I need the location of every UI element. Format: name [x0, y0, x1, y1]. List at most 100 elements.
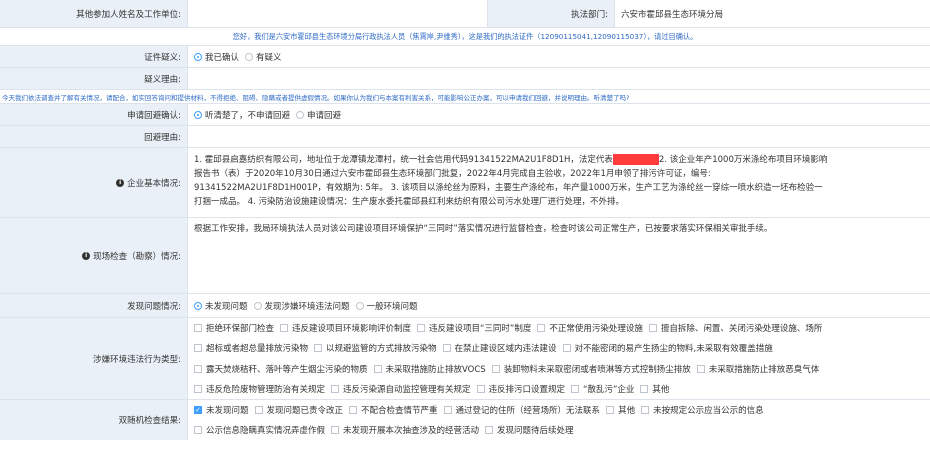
- checkbox-line: 露天焚烧秸秆、落叶等产生烟尘污染的物质 未采取措施防止排放VOCS 装卸物料未采取密…: [194, 360, 825, 378]
- id-notice: 您好，我们是六安市霍邱县生态环境分局行政执法人员（焦霄岸,尹维秀），这是我们的执…: [0, 28, 930, 46]
- no-problem-radio[interactable]: 未发现问题: [194, 300, 248, 312]
- general-problem-radio[interactable]: 一般环境问题: [355, 300, 418, 312]
- checkbox-option[interactable]: 未按规定公示应当公示的信息: [641, 404, 764, 416]
- info-icon: i: [116, 178, 125, 187]
- checkbox-line: 超标或者超总量排放污染物 以规避监管的方式排放污染物 在禁止建设区域内违法建设 对不能…: [194, 339, 779, 357]
- no-avoid-radio[interactable]: 听清楚了，不申请回避: [194, 109, 290, 121]
- participants-row: 其他参加人姓名及工作单位: 执法部门: 六安市霍邱县生态环境分局: [0, 0, 930, 28]
- double-checkboxes: ✓ 未发现问题 发现问题已责令改正 不配合检查情节严重 通过登记的住所（经营场所）无法联…: [188, 400, 930, 440]
- info-icon: i: [82, 251, 91, 260]
- checkbox-option[interactable]: 擅自拆除、闲置、关闭污染处理设施、场所: [648, 322, 822, 334]
- checkbox-icon: [331, 384, 340, 393]
- violation-label: 涉嫌环境违法行为类型:: [0, 318, 188, 399]
- checkbox-option[interactable]: 露天焚烧秸秆、落叶等产生烟尘污染的物质: [194, 363, 368, 375]
- checkbox-option[interactable]: 其他: [606, 404, 635, 416]
- violation-radio[interactable]: 发现涉嫌环境违法问题: [253, 300, 350, 312]
- checkbox-icon: [349, 406, 358, 414]
- radio-icon: [253, 301, 262, 310]
- checkbox-icon: [606, 406, 615, 414]
- checkbox-option[interactable]: 不正常使用污染处理设施: [537, 322, 643, 334]
- checkbox-icon: [442, 344, 451, 353]
- checkbox-icon: [641, 406, 650, 414]
- checkbox-option[interactable]: 通过登记的住所（经营场所）无法联系: [443, 404, 600, 416]
- checkbox-option[interactable]: 拒绝环保部门检查: [194, 322, 274, 334]
- checkbox-line: ✓ 未发现问题 发现问题已责令改正 不配合检查情节严重 通过登记的住所（经营场所）无法联…: [194, 401, 770, 419]
- double-label: 双随机检查结果:: [0, 400, 188, 440]
- redaction-block: [612, 154, 659, 165]
- basic-row: i 企业基本情况: 1. 霍邱县启嘉纺织有限公司，地址位于龙潭镇龙潭村，统一社会信…: [0, 148, 930, 218]
- radio-checked-icon: [194, 52, 202, 61]
- checkbox-icon: [194, 426, 202, 434]
- radio-checked-icon: [194, 110, 202, 119]
- cert-confirm-radio[interactable]: 我已确认: [194, 51, 239, 63]
- avoid-reason-input[interactable]: [188, 126, 930, 147]
- checkbox-option[interactable]: 发现问题已责令改正: [254, 404, 343, 416]
- participants-label: 其他参加人姓名及工作单位:: [0, 0, 188, 27]
- checkbox-option[interactable]: 超标或者超总量排放污染物: [194, 342, 308, 354]
- violation-checkboxes: 拒绝环保部门检查 违反建设项目环境影响评价制度 违反建设项目“三同时”制度 不正常使用…: [188, 318, 930, 399]
- radio-checked-icon: [194, 301, 202, 310]
- double-row: 双随机检查结果: ✓ 未发现问题 发现问题已责令改正 不配合检查情节严重 通过登记的住所…: [0, 400, 930, 440]
- checkbox-option[interactable]: 在禁止建设区域内违法建设: [442, 342, 557, 354]
- rights-notice: 今天我们依法调查并了解有关情况，请配合，如实回答询问和提供材料，不得拒绝、阻碍、…: [0, 90, 930, 104]
- checkbox-icon: [485, 426, 494, 434]
- radio-icon: [296, 110, 305, 119]
- doubt-label: 疑义理由:: [0, 68, 188, 89]
- checkbox-icon: [640, 384, 649, 393]
- checkbox-icon: [314, 344, 323, 353]
- doubt-row: 疑义理由:: [0, 68, 930, 90]
- checkbox-option[interactable]: 违反危险废物管理防治有关规定: [194, 383, 325, 395]
- avoid-label: 申请回避确认:: [0, 104, 188, 125]
- found-label: 发现问题情况:: [0, 294, 188, 317]
- site-row: i 现场检查（勘察）情况: 根据工作安排，我局环境执法人员对该公司建设项目环境保护…: [0, 218, 930, 294]
- checkbox-option[interactable]: 装卸物料未采取密闭或者喷淋等方式控制扬尘排放: [491, 363, 691, 375]
- avoid-reason-row: 回避理由:: [0, 126, 930, 148]
- participants-input[interactable]: [188, 0, 487, 27]
- checkbox-option[interactable]: 未采取措施防止排放恶臭气体: [696, 363, 819, 375]
- checkbox-option[interactable]: 未发现开展本次抽查涉及的经营活动: [331, 424, 479, 436]
- apply-avoid-radio[interactable]: 申请回避: [296, 109, 341, 121]
- checkbox-option[interactable]: 其他: [640, 383, 669, 395]
- checkbox-icon: [443, 406, 452, 414]
- violation-row: 涉嫌环境违法行为类型: 拒绝环保部门检查 违反建设项目环境影响评价制度 违反建设项目…: [0, 318, 930, 400]
- checkbox-icon: [194, 384, 202, 393]
- found-row: 发现问题情况: 未发现问题 发现涉嫌环境违法问题 一般环境问题: [0, 294, 930, 318]
- found-options: 未发现问题 发现涉嫌环境违法问题 一般环境问题: [188, 294, 930, 317]
- checkbox-option[interactable]: “散乱污”企业: [571, 383, 634, 395]
- checkbox-option[interactable]: ✓ 未发现问题: [194, 404, 249, 416]
- dept-value: 六安市霍邱县生态环境分局: [621, 9, 724, 20]
- site-textarea[interactable]: 根据工作安排，我局环境执法人员对该公司建设项目环境保护“三同时”落实情况进行监督…: [188, 218, 930, 293]
- avoid-options: 听清楚了，不申请回避 申请回避: [188, 104, 930, 125]
- checkbox-option[interactable]: 发现问题待后续处理: [485, 424, 574, 436]
- checkbox-option[interactable]: 不配合检查情节严重: [349, 404, 438, 416]
- checkbox-option[interactable]: 违反建设项目“三同时”制度: [417, 322, 531, 334]
- checkbox-icon: [562, 344, 571, 353]
- cert-doubt-radio[interactable]: 有疑义: [245, 51, 282, 63]
- checkbox-icon: [491, 364, 500, 373]
- checkbox-option[interactable]: 公示信息隐瞒真实情况弄虚作假: [194, 424, 325, 436]
- checkbox-icon: [696, 364, 705, 373]
- radio-icon: [355, 301, 364, 310]
- checkbox-option[interactable]: 违反建设项目环境影响评价制度: [280, 322, 411, 334]
- checkbox-icon: [280, 324, 289, 333]
- checkbox-icon: [571, 384, 580, 393]
- participants-value: 执法部门: 六安市霍邱县生态环境分局: [188, 0, 930, 27]
- checkbox-line: 公示信息隐瞒真实情况弄虚作假 未发现开展本次抽查涉及的经营活动 发现问题待后续处理: [194, 421, 580, 439]
- doubt-input[interactable]: [188, 68, 930, 89]
- checkbox-option[interactable]: 违反排污口设置规定: [476, 383, 565, 395]
- checkbox-option[interactable]: 违反污染源自动监控管理有关规定: [331, 383, 471, 395]
- checkbox-option[interactable]: 对不能密闭的易产生扬尘的物料,未采取有效覆盖措施: [562, 342, 773, 354]
- cert-label: 证件疑义:: [0, 46, 188, 67]
- checkbox-option[interactable]: 以规避监管的方式排放污染物: [314, 342, 437, 354]
- cert-options: 我已确认 有疑义: [188, 46, 930, 67]
- checkbox-icon: [254, 406, 263, 414]
- cert-row: 证件疑义: 我已确认 有疑义: [0, 46, 930, 68]
- checkbox-icon: [476, 384, 485, 393]
- site-label: i 现场检查（勘察）情况:: [0, 218, 188, 293]
- basic-textarea[interactable]: 1. 霍邱县启嘉纺织有限公司，地址位于龙潭镇龙潭村，统一社会信用代码913415…: [188, 148, 930, 217]
- checkbox-option[interactable]: 未采取措施防止排放VOCS: [373, 363, 486, 375]
- avoid-row: 申请回避确认: 听清楚了，不申请回避 申请回避: [0, 104, 930, 126]
- basic-label: i 企业基本情况:: [0, 148, 188, 217]
- checkbox-icon: [648, 324, 657, 333]
- dept-label: 执法部门:: [487, 0, 615, 27]
